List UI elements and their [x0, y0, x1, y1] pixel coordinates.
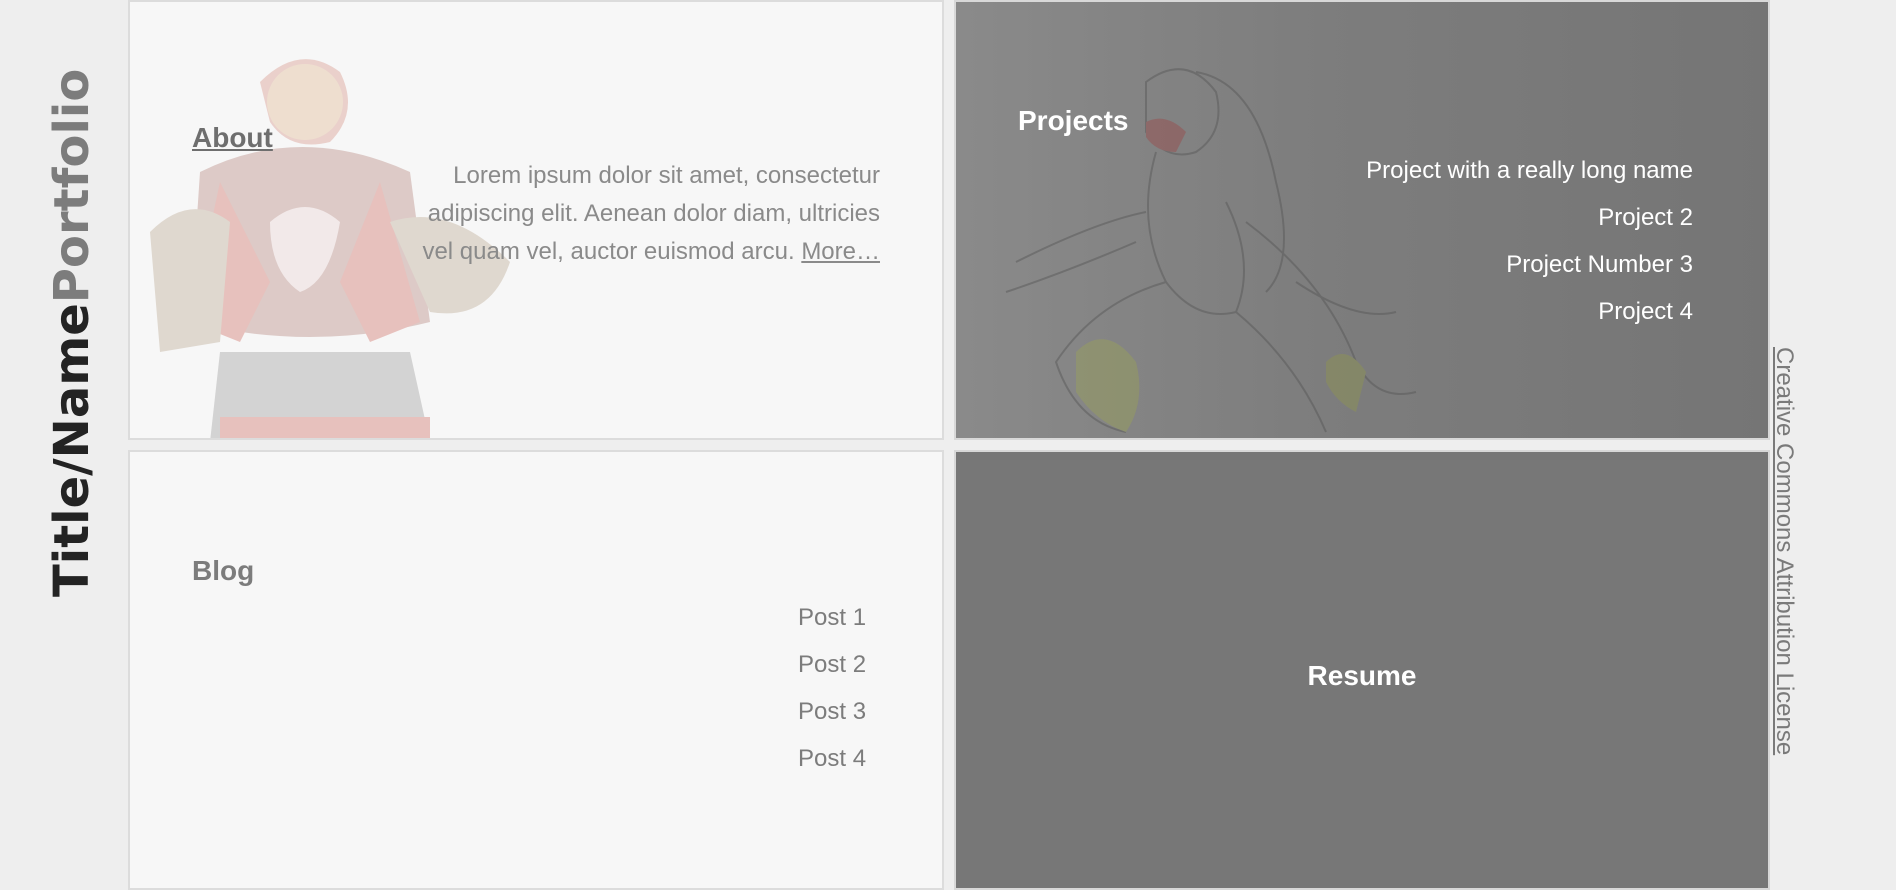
resume-link[interactable]: Resume — [956, 660, 1768, 692]
blog-heading: Blog — [192, 555, 255, 586]
about-link[interactable]: About — [192, 122, 273, 154]
project-item[interactable]: Project 4 — [1366, 288, 1693, 335]
blog-post-list: Post 1 Post 2 Post 3 Post 4 — [798, 594, 866, 782]
blog-panel: Blog Post 1 Post 2 Post 3 Post 4 — [128, 450, 944, 890]
project-item[interactable]: Project Number 3 — [1366, 241, 1693, 288]
blog-post-item[interactable]: Post 3 — [798, 688, 866, 735]
blog-post-item[interactable]: Post 2 — [798, 641, 866, 688]
projects-heading: Projects — [1018, 105, 1129, 136]
about-description: Lorem ipsum dolor sit amet, consectetur … — [400, 157, 880, 271]
blog-post-item[interactable]: Post 1 — [798, 594, 866, 641]
projects-list: Project with a really long name Project … — [1366, 147, 1693, 335]
project-item[interactable]: Project with a really long name — [1366, 147, 1693, 194]
blog-post-item[interactable]: Post 4 — [798, 735, 866, 782]
site-title-subtitle: Portfolio — [44, 68, 100, 304]
projects-panel: Projects Project with a really long name… — [954, 0, 1770, 440]
license-link[interactable]: Creative Commons Attribution License — [1770, 347, 1798, 755]
resume-panel[interactable]: Resume — [954, 450, 1770, 890]
site-title-name: Title/Name — [44, 303, 100, 597]
about-panel: About Lorem ipsum dolor sit amet, consec… — [128, 0, 944, 440]
more-link[interactable]: More… — [801, 238, 880, 265]
site-title: Title/NamePortfolio — [44, 0, 100, 597]
project-item[interactable]: Project 2 — [1366, 194, 1693, 241]
